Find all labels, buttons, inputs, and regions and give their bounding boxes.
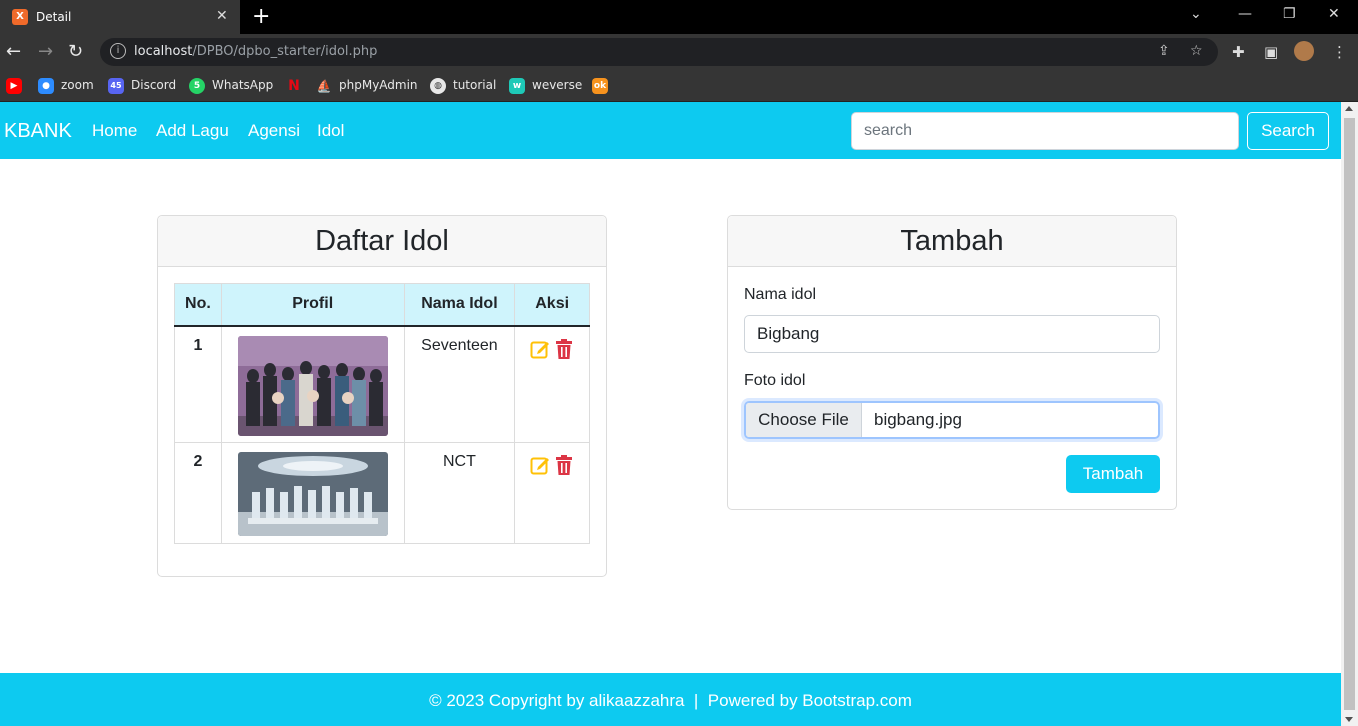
restore-icon[interactable]: ❐ xyxy=(1283,6,1296,22)
discord-icon: 45 xyxy=(108,77,124,94)
column-header-no: No. xyxy=(174,283,222,327)
column-header-nama-idol: Nama Idol xyxy=(403,283,516,327)
add-idol-title: Tambah xyxy=(728,216,1176,267)
scroll-thumb[interactable] xyxy=(1344,118,1355,710)
nav-link-agensi[interactable]: Agensi xyxy=(248,121,300,141)
bookmark-youtube[interactable]: ▶ xyxy=(6,77,29,95)
profile-cell xyxy=(220,442,405,544)
url-text: localhost/DPBO/dpbo_starter/idol.php xyxy=(134,44,378,59)
close-window-icon[interactable]: ✕ xyxy=(1328,6,1340,22)
add-idol-card: Tambah Nama idol Bigbang Foto idol Choos… xyxy=(727,215,1177,510)
trash-icon[interactable] xyxy=(554,455,574,475)
profile-cell xyxy=(220,325,405,443)
bookmark-whatsapp[interactable]: 5 WhatsApp xyxy=(189,77,273,95)
reload-icon[interactable]: ↻ xyxy=(68,41,83,62)
close-tab-icon[interactable]: ✕ xyxy=(216,8,228,24)
bookmark-netflix[interactable]: N xyxy=(286,77,309,95)
page-scrollbar[interactable] xyxy=(1341,102,1358,726)
share-icon[interactable]: ⇪ xyxy=(1158,43,1170,59)
action-cell xyxy=(514,325,590,443)
phpmyadmin-icon: ⛵ xyxy=(316,78,332,93)
menu-icon[interactable]: ⋮ xyxy=(1332,43,1347,61)
scroll-down-icon[interactable] xyxy=(1345,717,1353,722)
bookmark-star-icon[interactable]: ☆ xyxy=(1190,43,1203,59)
edit-icon[interactable] xyxy=(530,455,550,475)
idol-photo-file-input[interactable]: Choose File bigbang.jpg xyxy=(744,401,1160,439)
selected-file-name: bigbang.jpg xyxy=(874,410,962,429)
weverse-icon: w xyxy=(509,77,525,94)
trash-icon[interactable] xyxy=(554,338,574,359)
extensions-icon[interactable]: ✚ xyxy=(1232,43,1245,61)
idol-photo xyxy=(237,452,388,536)
back-icon[interactable]: ← xyxy=(6,41,21,62)
odnoklassniki-icon: ok xyxy=(592,77,608,94)
idol-photo xyxy=(237,335,388,436)
idol-name: NCT xyxy=(403,442,516,544)
bookmark-zoom[interactable]: ● zoom xyxy=(38,77,94,95)
nav-link-add-lagu[interactable]: Add Lagu xyxy=(156,121,229,141)
edit-icon[interactable] xyxy=(530,339,550,359)
netflix-icon: N xyxy=(288,77,300,94)
site-footer: © 2023 Copyright by alikaazzahra | Power… xyxy=(0,673,1341,726)
column-header-aksi: Aksi xyxy=(514,283,590,327)
name-label: Nama idol xyxy=(744,286,817,303)
bookmark-odnoklassniki[interactable]: ok xyxy=(592,77,615,95)
tambah-submit-button[interactable]: Tambah xyxy=(1066,455,1160,493)
choose-file-button[interactable]: Choose File xyxy=(746,403,862,437)
footer-text: © 2023 Copyright by alikaazzahra | Power… xyxy=(429,691,912,710)
nav-link-home[interactable]: Home xyxy=(92,121,137,141)
bookmark-phpmyadmin[interactable]: ⛵ phpMyAdmin xyxy=(316,77,418,95)
zoom-icon: ● xyxy=(38,77,54,94)
bookmark-weverse[interactable]: w weverse xyxy=(509,77,582,95)
xampp-icon: X xyxy=(12,9,28,25)
profile-avatar[interactable] xyxy=(1294,41,1314,61)
site-info-icon[interactable]: i xyxy=(110,43,126,59)
tab-search-icon[interactable]: ⌄ xyxy=(1190,6,1202,22)
bookmark-discord[interactable]: 45 Discord xyxy=(108,77,176,95)
youtube-icon: ▶ xyxy=(6,77,22,94)
page-viewport: KBANK Home Add Lagu Agensi Idol search S… xyxy=(0,102,1341,726)
browser-tab-strip: X Detail ✕ + ⌄ — ❐ ✕ xyxy=(0,0,1358,34)
site-navbar: KBANK Home Add Lagu Agensi Idol search S… xyxy=(0,102,1341,159)
idol-table: No. Profil Nama Idol Aksi 1 Seventeen 2 … xyxy=(174,283,590,544)
search-input[interactable]: search xyxy=(851,112,1239,150)
table-row: 1 Seventeen xyxy=(174,325,590,443)
bookmark-tutorial[interactable]: ◍ tutorial xyxy=(430,77,496,95)
table-row: 2 NCT xyxy=(174,442,590,544)
action-cell xyxy=(514,442,590,544)
browser-tab[interactable]: X Detail ✕ xyxy=(0,0,240,34)
new-tab-icon[interactable]: + xyxy=(252,4,270,29)
minimize-icon[interactable]: — xyxy=(1238,6,1252,22)
tab-title: Detail xyxy=(36,10,72,24)
idol-name-input[interactable]: Bigbang xyxy=(744,315,1160,353)
address-bar[interactable]: i localhost/DPBO/dpbo_starter/idol.php ⇪… xyxy=(100,38,1218,66)
whatsapp-icon: 5 xyxy=(189,77,205,94)
column-header-profil: Profil xyxy=(220,283,405,327)
scroll-up-icon[interactable] xyxy=(1345,106,1353,111)
idol-list-title: Daftar Idol xyxy=(158,216,606,267)
globe-icon: ◍ xyxy=(430,77,446,94)
row-number: 2 xyxy=(174,442,222,544)
photo-label: Foto idol xyxy=(744,372,806,389)
forward-icon[interactable]: → xyxy=(38,41,53,62)
navbar-brand[interactable]: KBANK xyxy=(4,120,72,143)
idol-name: Seventeen xyxy=(403,325,516,443)
side-panel-icon[interactable]: ▣ xyxy=(1264,43,1278,61)
idol-list-card: Daftar Idol No. Profil Nama Idol Aksi 1 xyxy=(157,215,607,577)
bookmarks-bar: ▶ ● zoom 45 Discord 5 WhatsApp N ⛵ phpMyAdmi… xyxy=(0,70,1358,102)
row-number: 1 xyxy=(174,325,222,443)
nav-link-idol[interactable]: Idol xyxy=(317,121,344,141)
search-button[interactable]: Search xyxy=(1247,112,1329,150)
browser-toolbar: ← → ↻ i localhost/DPBO/dpbo_starter/idol… xyxy=(0,34,1358,70)
